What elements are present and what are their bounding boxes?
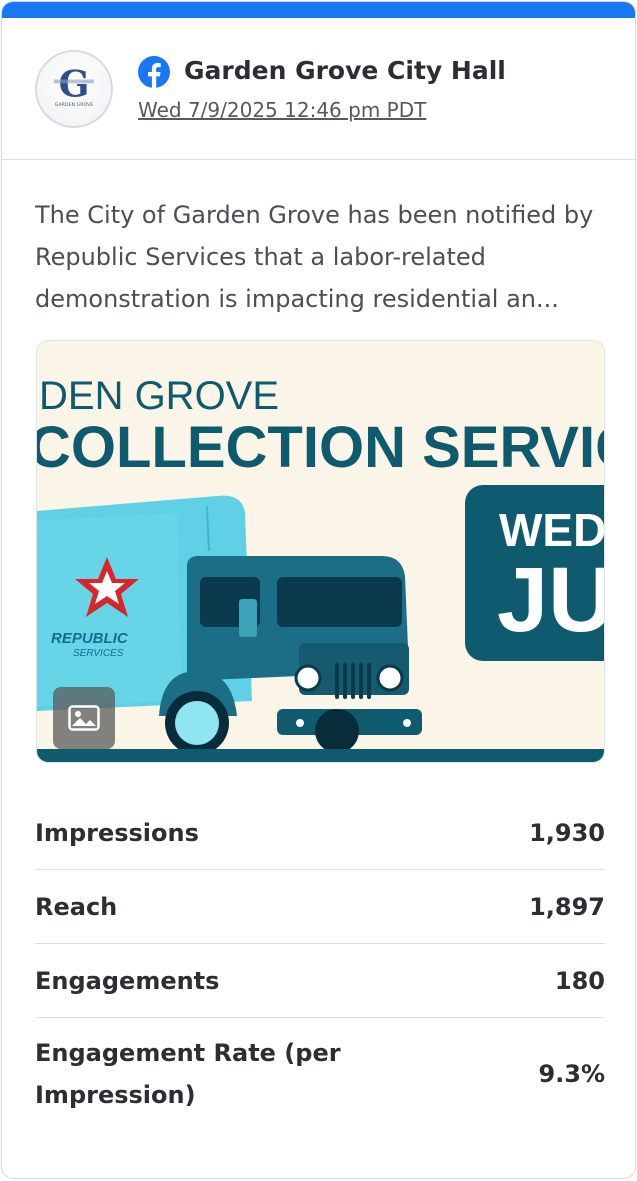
svg-text:GARDEN GROVE: GARDEN GROVE [55,102,94,108]
date-panel-line2: JU [497,549,605,651]
post-date-link[interactable]: Wed 7/9/2025 12:46 pm PDT [138,98,426,122]
image-icon [68,705,100,731]
page-name[interactable]: Garden Grove City Hall [184,56,506,85]
metric-row-reach: Reach 1,897 [35,870,605,944]
metric-value: 9.3% [538,1060,605,1088]
metric-value: 1,897 [529,892,605,921]
svg-text:G: G [59,63,90,106]
image-headline-small: DEN GROVE [39,374,279,418]
post-card: G GARDEN GROVE Garden Grove City Hall We… [1,1,636,1179]
metric-label: Impressions [35,818,199,847]
metric-row-engagement-rate: Engagement Rate (per Impression) 9.3% [35,1018,605,1130]
post-header: G GARDEN GROVE Garden Grove City Hall We… [2,18,635,160]
image-headline-large: COLLECTION SERVIC [37,415,605,480]
metric-label: Engagement Rate (per Impression) [35,1039,341,1109]
metric-value: 1,930 [529,818,605,847]
accent-bar [2,2,635,18]
facebook-icon [138,56,170,88]
metric-row-impressions: Impressions 1,930 [35,796,605,870]
garden-grove-logo-icon: G GARDEN GROVE [54,63,94,108]
post-message: The City of Garden Grove has been notifi… [35,201,594,313]
metric-row-engagements: Engagements 180 [35,944,605,1018]
image-type-badge [53,687,115,749]
brand-line2: SERVICES [73,648,124,659]
metric-label: Reach [35,892,118,921]
metric-value: 180 [554,966,605,995]
metrics-table: Impressions 1,930 Reach 1,897 Engagement… [35,796,605,1130]
metric-label: Engagements [35,966,220,995]
post-image[interactable]: DEN GROVE COLLECTION SERVIC WED JU REPUB… [36,340,605,763]
avatar[interactable]: G GARDEN GROVE [35,50,113,128]
brand-line1: REPUBLIC [51,630,129,647]
